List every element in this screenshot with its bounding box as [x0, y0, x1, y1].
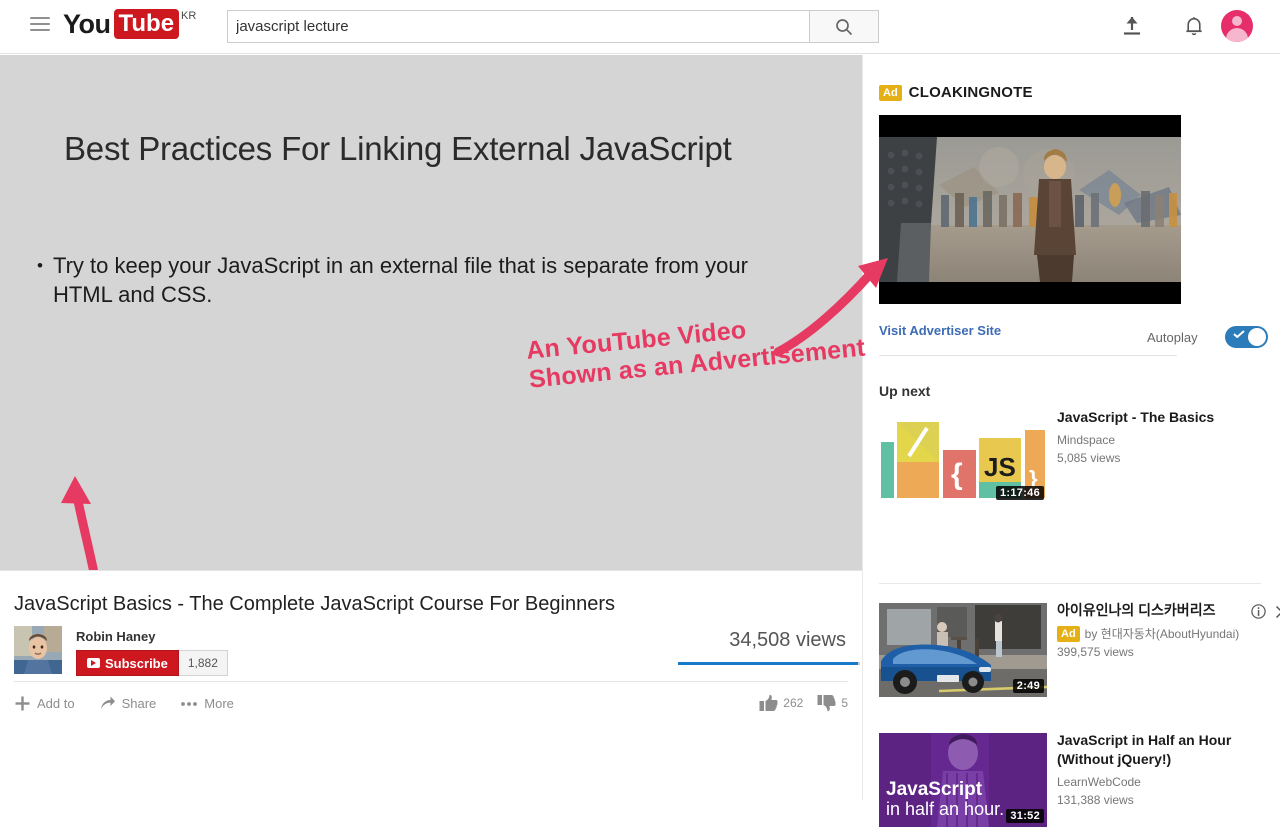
up-next-heading: Up next	[879, 383, 930, 399]
page-title: JavaScript Basics - The Complete JavaScr…	[14, 593, 714, 616]
svg-text:JS: JS	[984, 452, 1016, 482]
channel-name[interactable]: Robin Haney	[76, 629, 155, 644]
watch-secondary-column: Ad CLOAKINGNOTE	[862, 55, 1280, 800]
ad-attribution: Ad by 현대자동차(AboutHyundai)	[1057, 625, 1239, 642]
ad-controls	[1251, 604, 1280, 619]
subscribe-button[interactable]: Subscribe 1,882	[76, 650, 228, 676]
thumbs-down-icon	[817, 694, 836, 712]
ellipsis-icon	[180, 701, 198, 707]
search-icon	[834, 17, 854, 37]
ad-badge: Ad	[879, 85, 902, 101]
video-title[interactable]: JavaScript in Half an Hour (Without jQue…	[1057, 731, 1262, 769]
logo-text-tube: Tube	[114, 9, 180, 39]
video-views: 399,575 views	[1057, 645, 1134, 659]
divider	[879, 583, 1261, 584]
ad-header: Ad CLOAKINGNOTE	[879, 84, 1033, 101]
share-label: Share	[122, 696, 157, 711]
search-input[interactable]	[227, 10, 810, 43]
ad-badge: Ad	[1057, 626, 1080, 642]
video-duration: 2:49	[1013, 679, 1044, 693]
slide-bullet-text: Try to keep your JavaScript in an extern…	[53, 251, 797, 309]
avatar-body	[1226, 28, 1248, 42]
video-thumbnail[interactable]: { JS } 1:17:46	[879, 410, 1047, 504]
check-icon	[1233, 330, 1245, 338]
video-thumbnail[interactable]: JavaScript in half an hour. 31:52	[879, 733, 1047, 827]
list-item[interactable]: 2:49 아이유인나의 디스카버리즈 Ad by 현대자동차(AboutHyun…	[879, 603, 1279, 693]
avatar[interactable]	[1221, 10, 1253, 42]
dislike-button[interactable]: 5	[817, 694, 848, 712]
share-arrow-icon	[99, 695, 116, 712]
visit-advertiser-site-link[interactable]: Visit Advertiser Site	[879, 323, 1001, 338]
play-icon	[87, 658, 100, 668]
upload-icon[interactable]	[1118, 12, 1146, 40]
video-views: 5,085 views	[1057, 451, 1120, 465]
bell-icon[interactable]	[1180, 12, 1208, 40]
slide-bullet: • Try to keep your JavaScript in an exte…	[37, 251, 797, 309]
ad-video-thumbnail[interactable]: 2:49	[879, 603, 1047, 697]
autoplay-toggle[interactable]	[1225, 326, 1268, 348]
toggle-knob	[1248, 328, 1266, 346]
video-channel: Mindspace	[1057, 433, 1115, 447]
list-item[interactable]: { JS } 1:17:46 JavaScript - The Basics M…	[879, 410, 1279, 500]
divider	[879, 355, 1177, 356]
video-channel: LearnWebCode	[1057, 775, 1141, 789]
view-count: 34,508 views	[729, 629, 846, 652]
ad-video-thumbnail[interactable]	[879, 115, 1181, 304]
video-actions-row: Add to Share More	[14, 681, 848, 725]
info-icon[interactable]	[1251, 604, 1266, 619]
search-bar	[227, 10, 879, 43]
like-button[interactable]: 262	[759, 694, 803, 712]
video-title[interactable]: JavaScript - The Basics	[1057, 408, 1262, 427]
video-duration: 1:17:46	[996, 486, 1044, 500]
like-ratio-bar	[678, 662, 860, 665]
bullet-dot: •	[37, 251, 43, 309]
subscribe-label-wrap[interactable]: Subscribe	[76, 650, 179, 676]
ad-advertiser-name: CLOAKINGNOTE	[909, 84, 1033, 101]
share-button[interactable]: Share	[99, 695, 157, 712]
plus-icon	[14, 695, 31, 712]
subscribe-label: Subscribe	[105, 656, 168, 671]
add-to-label: Add to	[37, 696, 75, 711]
channel-avatar[interactable]	[14, 626, 62, 674]
autoplay-label: Autoplay	[1147, 330, 1198, 345]
slide-title: Best Practices For Linking External Java…	[64, 130, 804, 168]
subscriber-count: 1,882	[179, 650, 228, 676]
youtube-logo[interactable]: You Tube KR	[63, 9, 196, 39]
rating-row: 262 5	[759, 681, 848, 725]
video-views: 131,388 views	[1057, 793, 1134, 807]
thumbs-up-icon	[759, 694, 778, 712]
video-duration: 31:52	[1006, 809, 1044, 823]
masthead: You Tube KR	[0, 0, 1280, 54]
more-button[interactable]: More	[180, 696, 234, 711]
ad-by-label: by 현대자동차(AboutHyundai)	[1085, 625, 1240, 642]
like-count: 262	[783, 696, 803, 710]
dislike-count: 5	[841, 696, 848, 710]
more-label: More	[204, 696, 234, 711]
list-item[interactable]: JavaScript in half an hour. 31:52 JavaSc…	[879, 733, 1279, 823]
hamburger-menu-icon[interactable]	[30, 17, 50, 33]
ad-title[interactable]: 아이유인나의 디스카버리즈	[1057, 601, 1233, 620]
svg-text:JavaScript: JavaScript	[886, 779, 983, 800]
search-button[interactable]	[810, 10, 879, 43]
svg-text:in half an hour.: in half an hour.	[886, 799, 1004, 819]
svg-text:{: {	[951, 458, 963, 491]
add-to-button[interactable]: Add to	[14, 695, 75, 712]
avatar-head	[1232, 16, 1242, 26]
close-x-icon[interactable]	[1275, 605, 1280, 619]
video-info-panel: JavaScript Basics - The Complete JavaScr…	[0, 570, 862, 745]
logo-text-you: You	[63, 9, 111, 39]
logo-country-code: KR	[181, 10, 196, 22]
